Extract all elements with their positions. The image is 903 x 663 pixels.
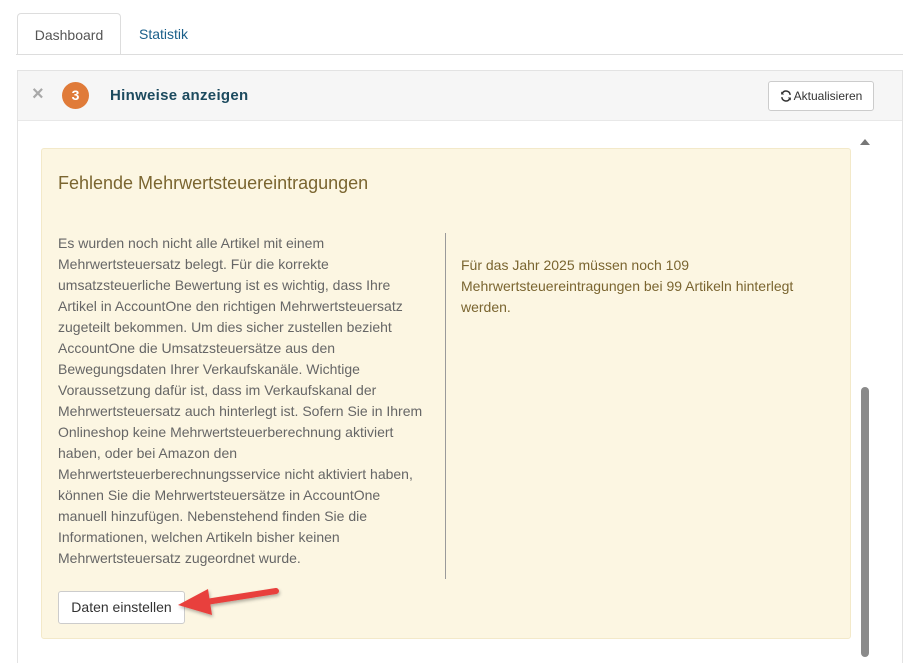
panel-title[interactable]: Hinweise anzeigen: [110, 87, 248, 104]
notice-title: Fehlende Mehrwertsteuereintragungen: [58, 173, 369, 193]
notice-count-badge: 3: [62, 82, 89, 109]
daten-einstellen-button[interactable]: Daten einstellen: [58, 591, 185, 624]
notice-info: Für das Jahr 2025 müssen noch 109 Mehrwe…: [461, 257, 794, 315]
tab-bar: Dashboard Statistik: [0, 0, 903, 55]
scrollbar-thumb[interactable]: [861, 387, 869, 657]
refresh-button-label: Aktualisieren: [793, 89, 863, 103]
tab-bar-divider: [16, 54, 903, 55]
scroll-up-arrow-icon[interactable]: [860, 139, 870, 145]
notices-panel: × 3 Hinweise anzeigen Aktualisieren Fehl…: [17, 70, 903, 663]
tab-statistik[interactable]: Statistik: [123, 13, 204, 55]
refresh-icon: [780, 90, 791, 102]
close-icon[interactable]: ×: [32, 84, 44, 104]
red-arrow-annotation: [178, 588, 279, 615]
notice-description: Es wurden noch nicht alle Artikel mit ei…: [58, 235, 423, 566]
panel-header: × 3 Hinweise anzeigen Aktualisieren: [18, 71, 902, 121]
notice-card: Fehlende Mehrwertsteuereintragungen Es w…: [41, 148, 851, 639]
tab-dashboard[interactable]: Dashboard: [17, 13, 121, 55]
refresh-button[interactable]: Aktualisieren: [768, 81, 874, 111]
notice-divider: [445, 233, 446, 579]
